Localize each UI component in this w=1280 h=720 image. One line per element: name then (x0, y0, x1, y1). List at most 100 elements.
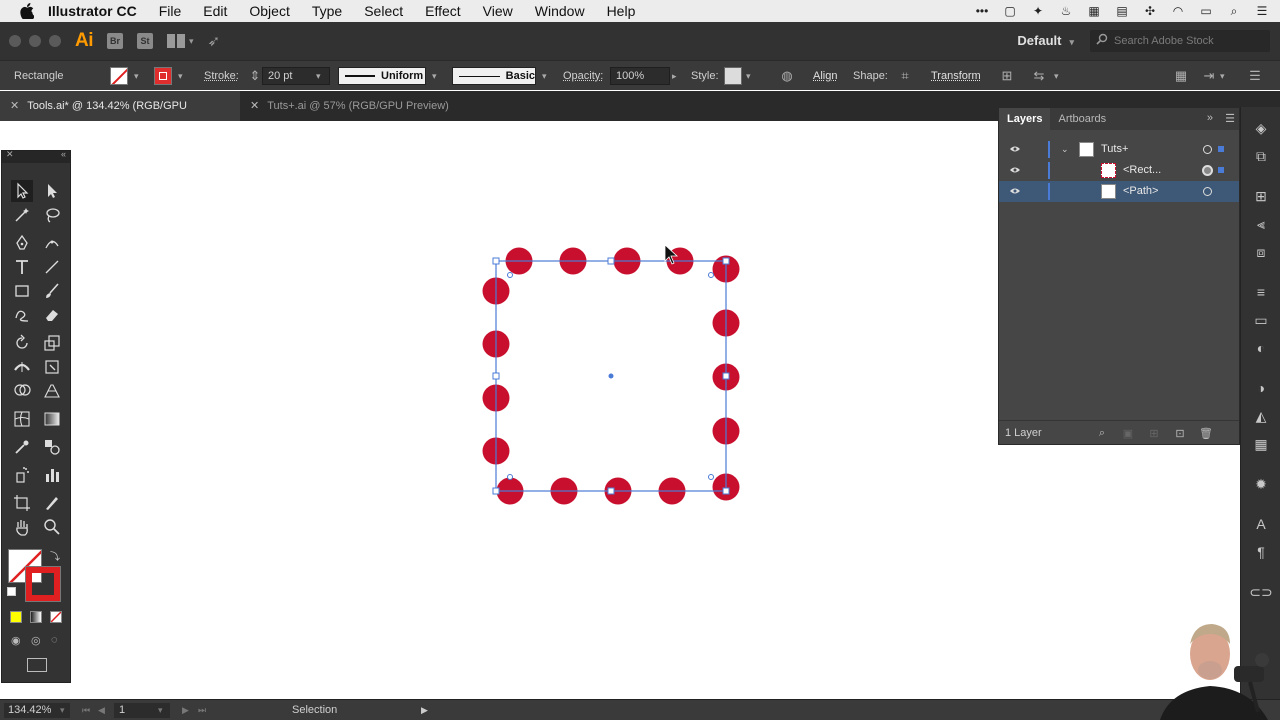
object-name[interactable]: <Rect... (1123, 164, 1161, 176)
none-mode-button[interactable] (50, 611, 62, 623)
menu-select[interactable]: Select (364, 3, 403, 19)
flip-icon[interactable]: ⇆ (1030, 67, 1048, 85)
recolor-artwork-icon[interactable]: ◍ (778, 67, 796, 85)
shaper-tool[interactable] (11, 304, 33, 326)
lasso-tool[interactable] (41, 204, 63, 226)
collapse-icon[interactable]: « (61, 149, 66, 159)
target-icon[interactable] (1203, 187, 1212, 196)
gradient-mode-button[interactable] (30, 611, 42, 623)
menu-view[interactable]: View (483, 3, 513, 19)
selection-indicator[interactable] (1218, 167, 1224, 173)
bounding-box-icon[interactable]: ⊞ (998, 67, 1016, 85)
current-tool-status[interactable]: Selection (292, 703, 337, 718)
selection-indicator[interactable] (1218, 146, 1224, 152)
previous-artboard-icon[interactable]: ◀ (98, 703, 105, 718)
battery-icon[interactable]: ▭ (1198, 4, 1214, 18)
variable-width-profile[interactable]: Uniform (338, 67, 426, 85)
shape-builder-tool[interactable] (11, 380, 33, 402)
opacity-field[interactable]: 100% (610, 67, 670, 85)
notes-icon[interactable]: ▢ (1002, 4, 1018, 18)
stock-search-box[interactable] (1090, 30, 1270, 52)
type-tool[interactable] (11, 256, 33, 278)
stock-button[interactable]: St (137, 33, 153, 49)
pathfinder-panel-icon[interactable]: ⧈ (1252, 243, 1270, 261)
layer-row-tuts[interactable]: ⌄ Tuts+ (999, 139, 1239, 160)
draw-normal-icon[interactable]: ◉ (11, 634, 21, 647)
chevron-down-icon[interactable]: ▾ (60, 703, 65, 718)
draw-inside-icon[interactable]: ◌ (51, 634, 58, 646)
tab-layers[interactable]: Layers (999, 108, 1051, 130)
menu-window[interactable]: Window (535, 3, 585, 19)
workspace-switcher[interactable]: Default ▾ (1017, 33, 1074, 48)
eye-icon[interactable] (1009, 186, 1021, 196)
zoom-window-button[interactable] (49, 35, 61, 47)
grid-app-icon[interactable]: ▦ (1086, 4, 1102, 18)
new-sublayer-icon[interactable]: ⊞ (1147, 426, 1161, 440)
wifi-icon[interactable]: ◠ (1170, 4, 1186, 18)
links-panel-icon[interactable]: ⊂⊃ (1249, 583, 1272, 601)
graphic-style-swatch[interactable] (724, 67, 742, 85)
perspective-grid-tool[interactable] (41, 380, 63, 402)
draw-behind-icon[interactable]: ◎ (31, 634, 41, 647)
scale-tool[interactable] (41, 332, 63, 354)
menu-effect[interactable]: Effect (425, 3, 461, 19)
transparency-panel-icon[interactable]: ◐ (1252, 339, 1270, 357)
transform-button[interactable]: Transform (931, 67, 981, 85)
character-panel-icon[interactable]: A (1252, 515, 1270, 533)
chevron-down-icon[interactable]: ▾ (1220, 67, 1225, 85)
bridge-button[interactable]: Br (107, 33, 123, 49)
stroke-swatch[interactable] (154, 67, 172, 85)
fill-swatch[interactable] (110, 67, 128, 85)
selection-tool[interactable] (11, 180, 33, 202)
curvature-tool[interactable] (41, 232, 63, 254)
tab-tuts-ai[interactable]: ✕ Tuts+.ai @ 57% (RGB/GPU Preview) (240, 91, 460, 121)
menu-edit[interactable]: Edit (203, 3, 227, 19)
width-tool[interactable] (11, 356, 33, 378)
menu-file[interactable]: File (159, 3, 182, 19)
control-panel-menu-icon[interactable]: ☰ (1246, 67, 1264, 85)
column-graph-tool[interactable] (41, 464, 63, 486)
pen-tool[interactable] (11, 232, 33, 254)
network-icon[interactable]: ✣ (1142, 4, 1158, 18)
menu-object[interactable]: Object (249, 3, 289, 19)
chevron-down-icon[interactable]: ▾ (1054, 67, 1059, 85)
more-dots-icon[interactable]: ••• (974, 4, 990, 18)
stroke-color-box[interactable] (25, 566, 61, 602)
slice-tool[interactable] (41, 492, 63, 514)
free-transform-tool[interactable] (41, 356, 63, 378)
close-icon[interactable]: ✕ (6, 149, 14, 160)
tab-tools-ai[interactable]: ✕Tools.ai* @ 134.42% (RGB/GPU Preview) (0, 91, 240, 142)
layer-name[interactable]: Tuts+ (1101, 143, 1128, 155)
layer-row-rect[interactable]: <Rect... (999, 160, 1239, 181)
flame-icon[interactable]: ♨ (1058, 4, 1074, 18)
chevron-down-icon[interactable]: ▾ (189, 36, 194, 47)
swatches-panel-icon[interactable]: ▦ (1252, 435, 1270, 453)
chevron-down-icon[interactable]: ▾ (316, 67, 321, 85)
panel-menu-icon[interactable]: ☰ (1225, 112, 1235, 125)
panel-expand-icon[interactable]: » (1207, 112, 1213, 124)
graphic-styles-panel-icon[interactable]: ◭ (1252, 407, 1270, 425)
apple-icon[interactable] (18, 2, 36, 20)
opacity-label[interactable]: Opacity: (563, 67, 603, 85)
chevron-down-icon[interactable]: ▾ (746, 67, 751, 85)
rotate-tool[interactable] (11, 332, 33, 354)
chevron-right-icon[interactable]: ▸ (672, 67, 677, 85)
gpu-performance-icon[interactable]: ➶ (208, 32, 221, 50)
brush-definition[interactable]: Basic (452, 67, 536, 85)
first-artboard-icon[interactable]: ⏮ (82, 703, 90, 718)
search-icon[interactable]: ⌕ (1226, 4, 1242, 18)
next-artboard-icon[interactable]: ▶ (182, 703, 189, 718)
gradient-panel-icon[interactable]: ▭ (1252, 311, 1270, 329)
zoom-tool[interactable] (41, 516, 63, 538)
align-panel-icon[interactable]: ⫷ (1252, 215, 1270, 233)
blend-tool[interactable] (41, 436, 63, 458)
dropbox-icon[interactable]: ✦ (1030, 4, 1046, 18)
swap-fill-stroke-icon[interactable]: ⤵ (50, 548, 60, 563)
chevron-down-icon[interactable]: ▾ (542, 67, 547, 85)
new-layer-icon[interactable]: ⊡ (1173, 426, 1187, 440)
hand-tool[interactable] (11, 516, 33, 538)
screen-mode-icon[interactable] (27, 658, 47, 672)
brushes-panel-icon[interactable]: ✹ (1252, 475, 1270, 493)
trash-icon[interactable]: 🗑 (1199, 426, 1213, 440)
chevron-down-icon[interactable]: ▾ (432, 67, 437, 85)
